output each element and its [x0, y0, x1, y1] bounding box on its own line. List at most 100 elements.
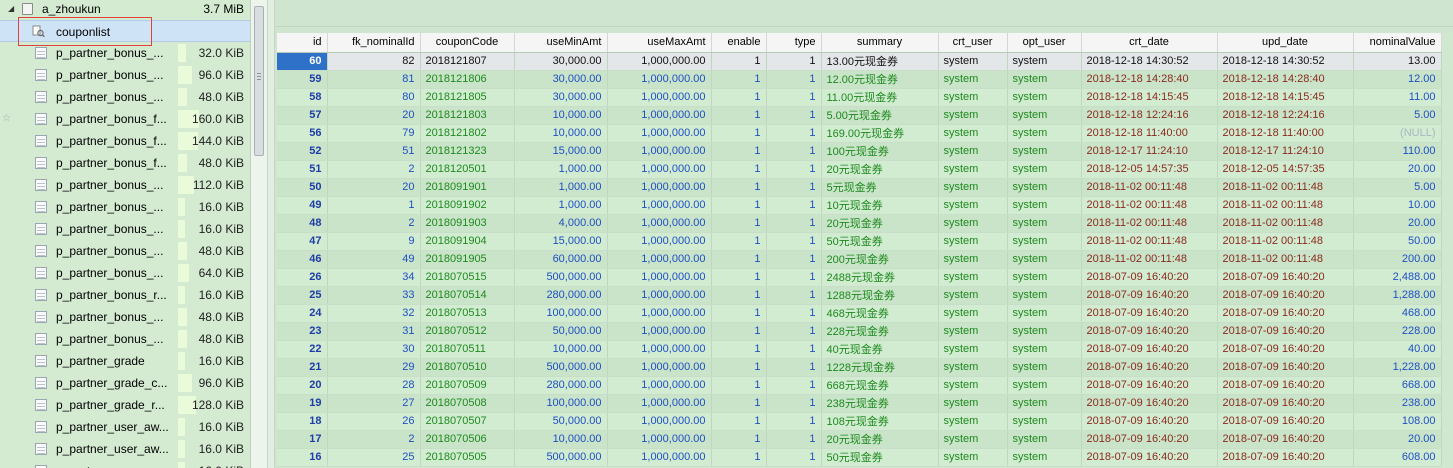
cell-enable[interactable]: 1 [711, 196, 767, 215]
cell-summary[interactable]: 200元现金券 [821, 250, 939, 269]
cell-enable[interactable]: 1 [711, 232, 767, 251]
cell-type[interactable]: 1 [766, 142, 822, 161]
cell-usemaxamt[interactable]: 1,000,000.00 [607, 106, 712, 125]
cell-upd-date[interactable]: 2018-07-09 16:40:20 [1217, 376, 1354, 395]
cell-nominalvalue[interactable]: 1,288.00 [1353, 286, 1442, 305]
cell-summary[interactable]: 20元现金券 [821, 160, 939, 179]
cell-type[interactable]: 1 [766, 358, 822, 377]
cell-nominalvalue[interactable]: 228.00 [1353, 322, 1442, 341]
cell-crt-user[interactable]: system [938, 322, 1008, 341]
cell-nominalvalue[interactable]: 20.00 [1353, 214, 1442, 233]
cell-usemaxamt[interactable]: 1,000,000.00 [607, 340, 712, 359]
cell-useminamt[interactable]: 280,000.00 [514, 376, 608, 395]
cell-id[interactable]: 23 [277, 322, 328, 341]
cell-upd-date[interactable]: 2018-11-02 00:11:48 [1217, 178, 1354, 197]
cell-useminamt[interactable]: 1,000.00 [514, 160, 608, 179]
tree-item-table[interactable]: p_partner_... 16.0 KiB [0, 460, 250, 468]
cell-summary[interactable]: 468元现金券 [821, 304, 939, 323]
cell-upd-date[interactable]: 2018-11-02 00:11:48 [1217, 232, 1354, 251]
cell-id[interactable]: 26 [277, 268, 328, 287]
cell-crt-date[interactable]: 2018-12-17 11:24:10 [1081, 142, 1218, 161]
cell-useminamt[interactable]: 60,000.00 [514, 250, 608, 269]
cell-type[interactable]: 1 [766, 196, 822, 215]
table-row[interactable]: 58 80 2018121805 30,000.00 1,000,000.00 1 1 11.… [277, 88, 1442, 107]
column-header-type[interactable]: type [766, 33, 822, 53]
cell-useminamt[interactable]: 10,000.00 [514, 124, 608, 143]
cell-usemaxamt[interactable]: 1,000,000.00 [607, 376, 712, 395]
cell-opt-user[interactable]: system [1007, 106, 1082, 125]
table-row[interactable]: 48 2 2018091903 4,000.00 1,000,000.00 1 1 20元现金… [277, 214, 1442, 233]
column-header-nominalvalue[interactable]: nominalValue [1353, 33, 1442, 53]
cell-enable[interactable]: 1 [711, 340, 767, 359]
tree-item-table[interactable]: p_partner_grade_c... 96.0 KiB [0, 372, 250, 394]
cell-enable[interactable]: 1 [711, 304, 767, 323]
tree-item-table[interactable]: p_partner_bonus_r... 16.0 KiB [0, 284, 250, 306]
cell-crt-date[interactable]: 2018-07-09 16:40:20 [1081, 358, 1218, 377]
table-row[interactable]: 59 81 2018121806 30,000.00 1,000,000.00 1 1 12.… [277, 70, 1442, 89]
cell-summary[interactable]: 13.00元现金券 [821, 52, 939, 71]
cell-opt-user[interactable]: system [1007, 286, 1082, 305]
cell-fk-nominalid[interactable]: 28 [327, 376, 421, 395]
cell-summary[interactable]: 668元现金券 [821, 376, 939, 395]
cell-usemaxamt[interactable]: 1,000,000.00 [607, 322, 712, 341]
cell-nominalvalue[interactable]: 2,488.00 [1353, 268, 1442, 287]
cell-opt-user[interactable]: system [1007, 142, 1082, 161]
cell-nominalvalue[interactable]: 50.00 [1353, 232, 1442, 251]
table-row[interactable]: 49 1 2018091902 1,000.00 1,000,000.00 1 1 10元现金… [277, 196, 1442, 215]
cell-couponcode[interactable]: 2018070508 [420, 394, 515, 413]
cell-useminamt[interactable]: 30,000.00 [514, 88, 608, 107]
cell-summary[interactable]: 1228元现金券 [821, 358, 939, 377]
table-row[interactable]: 17 2 2018070506 10,000.00 1,000,000.00 1 1 20元现… [277, 430, 1442, 449]
cell-upd-date[interactable]: 2018-07-09 16:40:20 [1217, 430, 1354, 449]
cell-couponcode[interactable]: 2018121806 [420, 70, 515, 89]
cell-crt-user[interactable]: system [938, 196, 1008, 215]
cell-crt-user[interactable]: system [938, 304, 1008, 323]
cell-crt-user[interactable]: system [938, 52, 1008, 71]
cell-crt-date[interactable]: 2018-07-09 16:40:20 [1081, 448, 1218, 467]
cell-nominalvalue[interactable]: (NULL) [1353, 124, 1442, 143]
cell-id[interactable]: 60 [277, 52, 328, 71]
cell-nominalvalue[interactable]: 108.00 [1353, 412, 1442, 431]
cell-crt-user[interactable]: system [938, 232, 1008, 251]
cell-id[interactable]: 56 [277, 124, 328, 143]
cell-opt-user[interactable]: system [1007, 178, 1082, 197]
table-row[interactable]: 22 30 2018070511 10,000.00 1,000,000.00 1 1 40元… [277, 340, 1442, 359]
cell-nominalvalue[interactable]: 1,228.00 [1353, 358, 1442, 377]
cell-nominalvalue[interactable]: 110.00 [1353, 142, 1442, 161]
column-header-useminamt[interactable]: useMinAmt [514, 33, 608, 53]
cell-nominalvalue[interactable]: 200.00 [1353, 250, 1442, 269]
cell-nominalvalue[interactable]: 468.00 [1353, 304, 1442, 323]
cell-upd-date[interactable]: 2018-12-18 14:30:52 [1217, 52, 1354, 71]
cell-usemaxamt[interactable]: 1,000,000.00 [607, 394, 712, 413]
cell-id[interactable]: 51 [277, 160, 328, 179]
column-header-id[interactable]: id [277, 33, 328, 53]
cell-useminamt[interactable]: 500,000.00 [514, 448, 608, 467]
cell-id[interactable]: 50 [277, 178, 328, 197]
cell-type[interactable]: 1 [766, 232, 822, 251]
cell-fk-nominalid[interactable]: 2 [327, 214, 421, 233]
cell-useminamt[interactable]: 1,000.00 [514, 196, 608, 215]
cell-opt-user[interactable]: system [1007, 340, 1082, 359]
column-header-enable[interactable]: enable [711, 33, 767, 53]
cell-enable[interactable]: 1 [711, 430, 767, 449]
cell-upd-date[interactable]: 2018-12-18 12:24:16 [1217, 106, 1354, 125]
cell-useminamt[interactable]: 50,000.00 [514, 412, 608, 431]
cell-opt-user[interactable]: system [1007, 52, 1082, 71]
table-row[interactable]: 16 25 2018070505 500,000.00 1,000,000.00 1 1 50… [277, 448, 1442, 467]
cell-upd-date[interactable]: 2018-07-09 16:40:20 [1217, 322, 1354, 341]
cell-id[interactable]: 24 [277, 304, 328, 323]
table-row[interactable]: 19 27 2018070508 100,000.00 1,000,000.00 1 1 23… [277, 394, 1442, 413]
cell-fk-nominalid[interactable]: 51 [327, 142, 421, 161]
cell-id[interactable]: 19 [277, 394, 328, 413]
cell-opt-user[interactable]: system [1007, 124, 1082, 143]
cell-id[interactable]: 58 [277, 88, 328, 107]
cell-fk-nominalid[interactable]: 9 [327, 232, 421, 251]
tree-item-table[interactable]: p_partner_bonus_... 64.0 KiB [0, 262, 250, 284]
cell-crt-user[interactable]: system [938, 430, 1008, 449]
cell-type[interactable]: 1 [766, 52, 822, 71]
tree-item-table[interactable]: p_partner_bonus_f... 144.0 KiB [0, 130, 250, 152]
cell-fk-nominalid[interactable]: 79 [327, 124, 421, 143]
cell-id[interactable]: 48 [277, 214, 328, 233]
table-row[interactable]: 46 49 2018091905 60,000.00 1,000,000.00 1 1 200… [277, 250, 1442, 269]
cell-opt-user[interactable]: system [1007, 250, 1082, 269]
